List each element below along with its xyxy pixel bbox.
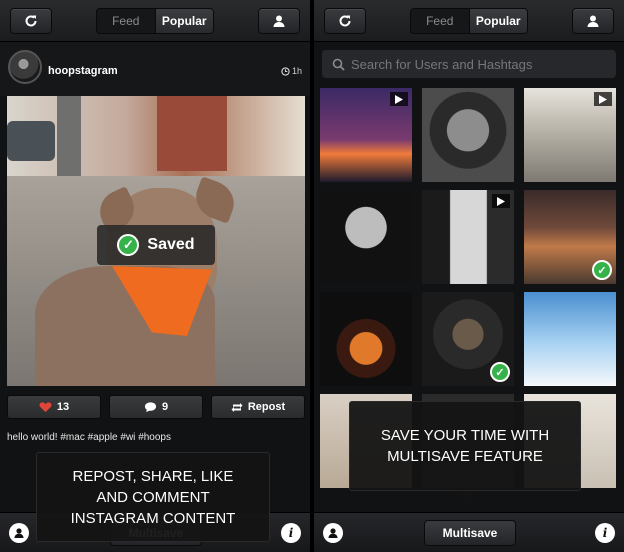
feature-tooltip: SAVE YOUR TIME WITH MULTISAVE FEATURE <box>349 401 581 491</box>
like-count: 13 <box>56 401 70 413</box>
feed-screen: Feed Popular hoopstagram 1h ✓ Saved 13 9… <box>0 0 310 552</box>
video-play-icon <box>492 194 510 208</box>
info-icon[interactable]: i <box>281 523 301 543</box>
popular-screen: Feed Popular Search for Users and Hashta… <box>314 0 624 552</box>
check-icon: ✓ <box>117 234 140 256</box>
tab-feed[interactable]: Feed <box>97 9 155 33</box>
grid-photo-hooded-man[interactable]: ✓ <box>422 292 514 386</box>
refresh-icon <box>339 15 351 27</box>
tab-popular[interactable]: Popular <box>154 9 213 33</box>
saved-check-icon: ✓ <box>490 362 510 382</box>
user-icon <box>273 15 285 27</box>
saved-toast: ✓ Saved <box>97 225 215 265</box>
person-icon <box>328 528 338 538</box>
grid-photo-whiskey-glass[interactable] <box>320 292 412 386</box>
account-button[interactable] <box>323 523 343 543</box>
grid-photo-woman-head-back[interactable] <box>320 190 412 284</box>
clock-icon <box>281 66 290 76</box>
post-header: hoopstagram 1h <box>0 42 310 96</box>
feed-popular-toggle: Feed Popular <box>96 8 214 34</box>
top-bar: Feed Popular <box>0 0 310 42</box>
comment-count: 9 <box>161 401 169 413</box>
multisave-button[interactable]: Multisave <box>424 520 516 546</box>
profile-button[interactable] <box>258 8 300 34</box>
tooltip-arrow <box>456 491 476 501</box>
repost-button[interactable]: Repost <box>211 395 305 419</box>
video-play-icon <box>390 92 408 106</box>
grid-photo-white-dress[interactable] <box>524 292 616 386</box>
saved-check-icon: ✓ <box>592 260 612 280</box>
post-time-label: 1h <box>291 66 302 76</box>
bottom-bar: Multisave i <box>314 512 624 552</box>
grid-photo-escalator-hall[interactable] <box>524 88 616 182</box>
post-username[interactable]: hoopstagram <box>48 65 118 77</box>
post-actions: 13 9 Repost <box>7 395 305 419</box>
comment-icon <box>144 402 157 413</box>
grid-photo-portrait-bw[interactable] <box>422 88 514 182</box>
tooltip-text: SAVE YOUR TIME WITH MULTISAVE FEATURE <box>380 427 550 465</box>
account-button[interactable] <box>9 523 29 543</box>
comment-button[interactable]: 9 <box>109 395 203 419</box>
refresh-button[interactable] <box>10 8 52 34</box>
video-play-icon <box>594 92 612 106</box>
tab-feed[interactable]: Feed <box>411 9 469 33</box>
grid-photo-misty-forest[interactable]: ✓ <box>524 190 616 284</box>
heart-icon <box>39 402 52 413</box>
top-bar: Feed Popular <box>314 0 624 42</box>
feed-popular-toggle: Feed Popular <box>410 8 528 34</box>
tab-popular[interactable]: Popular <box>468 9 527 33</box>
caption-hashtag[interactable]: #hoops <box>138 432 171 443</box>
repost-icon <box>231 402 243 412</box>
avatar[interactable] <box>8 50 42 84</box>
search-input[interactable]: Search for Users and Hashtags <box>322 50 616 78</box>
saved-label: Saved <box>147 236 195 253</box>
post-time: 1h <box>281 66 302 76</box>
grid-photo-window-figure[interactable] <box>422 190 514 284</box>
feature-tooltip: REPOST, SHARE, LIKE AND COMMENT INSTAGRA… <box>36 452 270 542</box>
search-placeholder: Search for Users and Hashtags <box>351 56 533 72</box>
refresh-button[interactable] <box>324 8 366 34</box>
repost-label: Repost <box>247 401 286 413</box>
user-icon <box>587 15 599 27</box>
caption-text: hello world! #mac #apple #wi <box>7 432 136 443</box>
person-icon <box>14 528 24 538</box>
refresh-icon <box>25 15 37 27</box>
like-button[interactable]: 13 <box>7 395 101 419</box>
info-icon[interactable]: i <box>595 523 615 543</box>
profile-button[interactable] <box>572 8 614 34</box>
grid-photo-lightning[interactable] <box>320 88 412 182</box>
post-caption: hello world! #mac #apple #wi #hoops <box>7 432 171 443</box>
search-icon <box>332 58 345 71</box>
tooltip-text: REPOST, SHARE, LIKE AND COMMENT INSTAGRA… <box>70 467 236 527</box>
